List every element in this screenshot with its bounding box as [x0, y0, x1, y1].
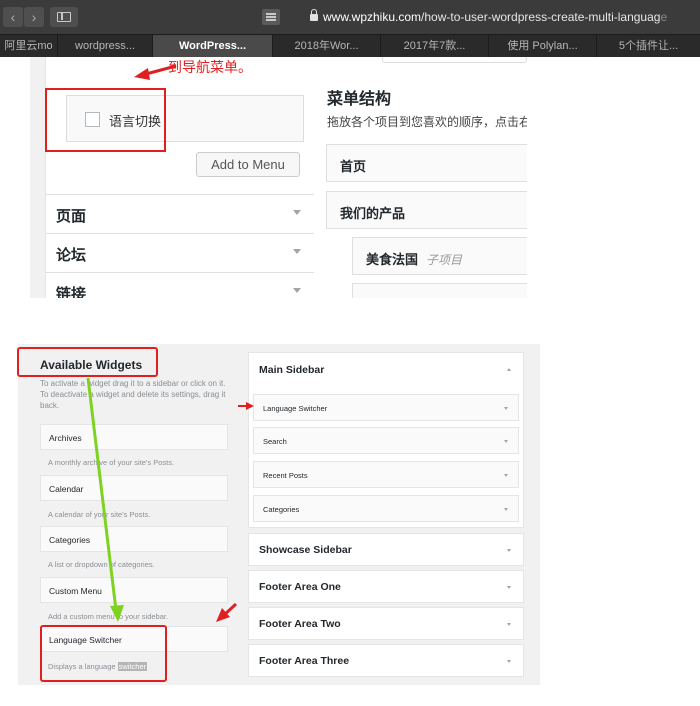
red-arrow-head	[246, 402, 254, 410]
annotation-arrows	[86, 64, 254, 622]
green-arrow-line	[86, 377, 118, 611]
green-arrow-head	[110, 605, 124, 622]
red-arrow-head	[134, 68, 150, 80]
red-arrow-line	[145, 64, 177, 76]
